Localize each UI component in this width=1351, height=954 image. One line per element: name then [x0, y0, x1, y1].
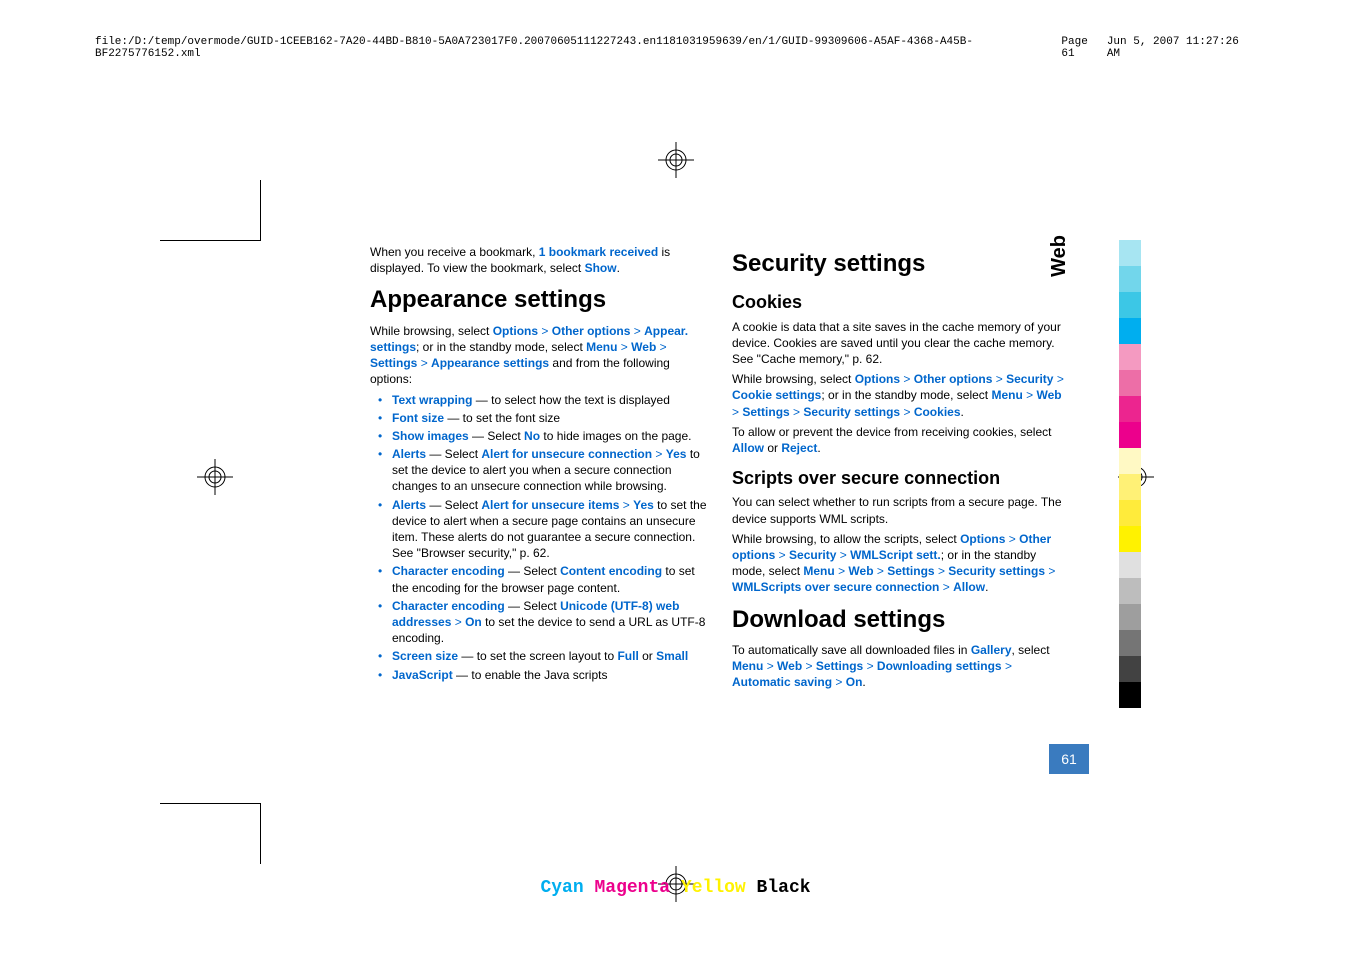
page-number: 61: [1049, 744, 1089, 774]
list-item: Alerts — Select Alert for unsecure items…: [384, 497, 708, 562]
cookies-path: While browsing, select Options > Other o…: [732, 371, 1070, 420]
color-swatch: [1119, 292, 1141, 318]
file-path: file:/D:/temp/overmode/GUID-1CEEB162-7A2…: [95, 36, 1061, 60]
heading-scripts: Scripts over secure connection: [732, 466, 1070, 490]
color-swatch: [1119, 318, 1141, 344]
color-swatch: [1119, 344, 1141, 370]
color-swatch: [1119, 682, 1141, 708]
color-swatch: [1119, 578, 1141, 604]
appearance-options-list: Text wrapping — to select how the text i…: [370, 392, 708, 683]
list-item: Screen size — to set the screen layout t…: [384, 648, 708, 664]
scripts-path: While browsing, to allow the scripts, se…: [732, 531, 1070, 596]
cyan-label: Cyan: [540, 878, 583, 898]
page-content: When you receive a bookmark, 1 bookmark …: [370, 240, 1070, 695]
list-item: JavaScript — to enable the Java scripts: [384, 667, 708, 683]
color-swatch: [1119, 370, 1141, 396]
registration-mark-icon: [656, 140, 696, 180]
color-swatch: [1119, 396, 1141, 422]
list-item: Show images — Select No to hide images o…: [384, 428, 708, 444]
download-path: To automatically save all downloaded fil…: [732, 642, 1070, 691]
color-swatch: [1119, 266, 1141, 292]
color-calibration-bars: [1119, 240, 1141, 708]
color-swatch: [1119, 474, 1141, 500]
column-right: Security settings Cookies A cookie is da…: [732, 240, 1070, 695]
list-item: Text wrapping — to select how the text i…: [384, 392, 708, 408]
scripts-desc: You can select whether to run scripts fr…: [732, 494, 1070, 526]
color-swatch: [1119, 552, 1141, 578]
cookies-desc: A cookie is data that a site saves in th…: [732, 319, 1070, 368]
heading-security: Security settings: [732, 248, 1070, 280]
color-swatch: [1119, 422, 1141, 448]
color-swatch: [1119, 526, 1141, 552]
crop-mark: [160, 803, 261, 864]
print-header: file:/D:/temp/overmode/GUID-1CEEB162-7A2…: [95, 36, 1256, 60]
heading-appearance: Appearance settings: [370, 284, 708, 316]
section-tab: Web: [1048, 235, 1071, 277]
cookies-allow: To allow or prevent the device from rece…: [732, 424, 1070, 456]
timestamp: Jun 5, 2007 11:27:26 AM: [1107, 36, 1256, 60]
list-item: Alerts — Select Alert for unsecure conne…: [384, 446, 708, 495]
cmyk-labels: Cyan Magenta Yellow Black: [540, 878, 810, 898]
list-item: Character encoding — Select Unicode (UTF…: [384, 598, 708, 647]
page-label: Page 61: [1061, 36, 1106, 60]
color-swatch: [1119, 500, 1141, 526]
list-item: Character encoding — Select Content enco…: [384, 563, 708, 595]
heading-cookies: Cookies: [732, 290, 1070, 314]
heading-download: Download settings: [732, 604, 1070, 636]
color-swatch: [1119, 448, 1141, 474]
color-swatch: [1119, 604, 1141, 630]
yellow-label: Yellow: [681, 878, 746, 898]
crop-mark: [160, 180, 261, 241]
bookmark-intro: When you receive a bookmark, 1 bookmark …: [370, 244, 708, 276]
appearance-path: While browsing, select Options > Other o…: [370, 323, 708, 388]
color-swatch: [1119, 656, 1141, 682]
black-label: Black: [757, 878, 811, 898]
column-left: When you receive a bookmark, 1 bookmark …: [370, 240, 708, 695]
magenta-label: Magenta: [594, 878, 670, 898]
list-item: Font size — to set the font size: [384, 410, 708, 426]
registration-mark-icon: [195, 457, 235, 497]
color-swatch: [1119, 240, 1141, 266]
color-swatch: [1119, 630, 1141, 656]
